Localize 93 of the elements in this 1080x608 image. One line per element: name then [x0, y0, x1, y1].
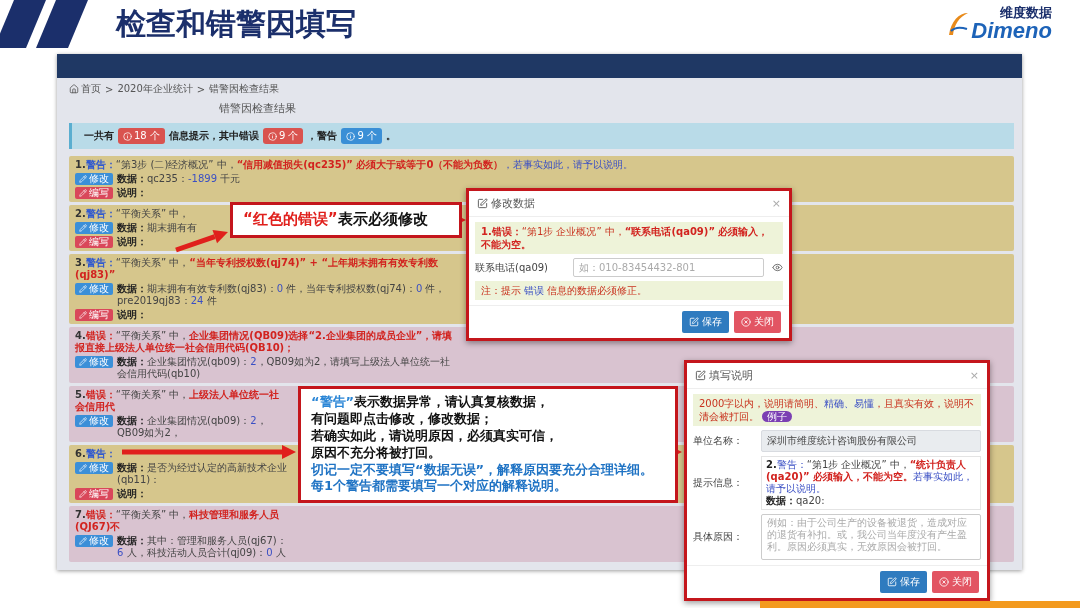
edit-icon [477, 198, 488, 209]
edit-icon [689, 317, 699, 327]
error-alert: 1.错误：“第1步 企业概况” 中，“联系电话(qa09)” 必须输入，不能为空。 [475, 222, 783, 254]
note-alert: 注：提示 错误 信息的数据必须修正。 [475, 281, 783, 300]
count-badge: 9 个 [341, 128, 382, 144]
message-text: 4.错误：“平衡关系” 中，企业集团情况(QB09)选择“2.企业集团的成员企业”，请填报直接上级法人单位统一社会信用代码(QB10)； [75, 330, 454, 354]
callout-text: 切记一定不要填写“数据无误”，解释原因要充分合理详细。 [311, 461, 655, 478]
reason-field[interactable]: 例如：由于公司生产的设备被退货，造成对应的退货有补扣。或，我公司当年度没有产生盈利。原因必须真实，无效原因会被打回。 [761, 514, 981, 560]
phone-input[interactable]: 如：010-83454432-801 [573, 258, 764, 277]
edit-button[interactable]: 修改 [75, 415, 113, 427]
edit-button[interactable]: 修改 [75, 535, 113, 547]
pencil-icon [79, 285, 87, 293]
pencil-icon [79, 358, 87, 366]
field-label: 联系电话(qa09) [475, 260, 549, 275]
summary-text: 。 [386, 129, 396, 143]
save-button[interactable]: 保存 [682, 311, 729, 333]
eye-icon[interactable] [772, 262, 783, 273]
close-dialog-button[interactable]: 关闭 [734, 311, 781, 333]
message-text: 2.警告：“第1步 企业概况” 中，“统计负责人(qa20)” 必须输入，不能为空。若事实如此，请予以说明。 [766, 459, 975, 495]
data-text: 数据：是否为经过认定的高新技术企业(qb11)： [117, 462, 287, 486]
data-text: 数据：期末拥有有效专利数(qj83)：0 件，当年专利授权数(qj74)：0 件，pre2019qj83：24 件 [117, 283, 447, 307]
logo-text: 维度数据 [1000, 6, 1052, 20]
summary-text: 一共有 [84, 129, 114, 143]
breadcrumb-separator: > [105, 83, 114, 95]
dialog-title: 填写说明 [695, 368, 753, 383]
edit-button[interactable]: 修改 [75, 222, 113, 234]
close-circle-icon [939, 577, 949, 587]
data-text: 数据：qc235：-1899 千元 [117, 173, 241, 185]
company-field: 深圳市维度统计咨询股份有限公司 [761, 430, 981, 452]
edit-icon [695, 370, 706, 381]
swoosh-logo-icon [947, 11, 970, 37]
summary-text: ，警告 [307, 129, 338, 143]
breadcrumb-link[interactable]: 2020年企业统计 [117, 82, 193, 96]
field-label: 单位名称： [693, 434, 744, 448]
callout-text: “红色的错误”表示必须修改 [243, 210, 429, 230]
write-button[interactable]: 编写 [75, 187, 113, 199]
pencil-icon [79, 464, 87, 472]
edit-button[interactable]: 修改 [75, 173, 113, 185]
callout-text: “警告”表示数据异常，请认真复核数据， [311, 394, 551, 411]
write-button[interactable]: 编写 [75, 309, 113, 321]
message-text: 5.错误：“平衡关系” 中，上级法人单位统一社会信用代 [75, 389, 281, 413]
pencil-icon [79, 224, 87, 232]
message-text: 3.警告：“平衡关系” 中，“当年专利授权数(qj74)” + “上年期末拥有有效专利数(qj83)” [75, 257, 439, 281]
write-button[interactable]: 编写 [75, 236, 113, 248]
callout-text: 有问题即点击修改，修改数据； [311, 410, 494, 428]
logo-wordmark: Dimeno [971, 20, 1052, 42]
message-text: 1.警告：“第3步 (二)经济概况” 中，“信用减值损失(qc235)” 必须大于或等于0（不能为负数），若事实如此，请予以说明。 [75, 159, 634, 171]
edit-icon [887, 577, 897, 587]
callout-text: 每1个警告都需要填写一个对应的解释说明。 [311, 478, 569, 496]
summary-text: 信息提示，其中错误 [168, 129, 259, 143]
message-text: 7.错误：“平衡关系” 中，科技管理和服务人员(QJ67)不 [75, 509, 281, 533]
data-text: 数据：其中：管理和服务人员(qj67)： 6 人，科技活动人员合计(qj09)：0 人 [117, 535, 287, 559]
dialog-title: 修改数据 [477, 196, 535, 211]
count-badge: 9 个 [262, 128, 304, 144]
data-text: 数据：期末拥有有 [117, 222, 197, 234]
breadcrumb-link[interactable]: 首页 [69, 82, 101, 96]
pencil-icon [79, 238, 87, 246]
explain-label: 说明： [117, 187, 147, 199]
write-button[interactable]: 编写 [75, 488, 113, 500]
field-label: 提示信息： [693, 476, 744, 490]
home-icon [69, 84, 79, 94]
breadcrumb-separator: > [196, 83, 206, 95]
pencil-icon [79, 417, 87, 425]
close-circle-icon [741, 317, 751, 327]
field-label: 具体原因： [693, 530, 744, 544]
breadcrumb-link[interactable]: 错警因检查结果 [209, 82, 280, 96]
save-button[interactable]: 保存 [880, 571, 927, 593]
example-badge[interactable]: 例子 [762, 411, 792, 422]
message-text: 数据：qa20: [766, 495, 826, 507]
message-text: 2.警告：“平衡关系” 中， [75, 208, 190, 220]
edit-button[interactable]: 修改 [75, 283, 113, 295]
callout-text: 若确实如此，请说明原因，必须真实可信， [311, 427, 559, 445]
edit-button[interactable]: 修改 [75, 462, 113, 474]
explain-label: 说明： [117, 309, 147, 321]
callout-text: 原因不充分将被打回。 [311, 444, 442, 462]
edit-button[interactable]: 修改 [75, 356, 113, 368]
page-heading: 错警因检查结果 [219, 101, 297, 116]
pencil-icon [79, 189, 87, 197]
explain-label: 说明： [117, 488, 147, 500]
pencil-icon [79, 175, 87, 183]
explain-label: 说明： [117, 236, 147, 248]
slide-title: 检查和错警因填写 [116, 4, 357, 43]
pencil-icon [79, 490, 87, 498]
hint-alert: 2000字以内，说明请简明、精确、易懂，且真实有效，说明不清会被打回。 例子 [693, 394, 981, 426]
close-button[interactable]: × [969, 369, 979, 382]
data-text: 数据：企业集团情况(qb09)：2，QB09如为2，请填写上级法人单位统一社会信用代码(qb10) [117, 356, 452, 380]
close-dialog-button[interactable]: 关闭 [932, 571, 979, 593]
close-button[interactable]: × [771, 197, 781, 210]
data-text: 数据：企业集团情况(qb09)：2，QB09如为2， [117, 415, 268, 439]
pencil-icon [79, 537, 87, 545]
count-badge: 18 个 [118, 128, 165, 144]
message-text: 6.警告： [75, 448, 116, 460]
pencil-icon [79, 311, 87, 319]
